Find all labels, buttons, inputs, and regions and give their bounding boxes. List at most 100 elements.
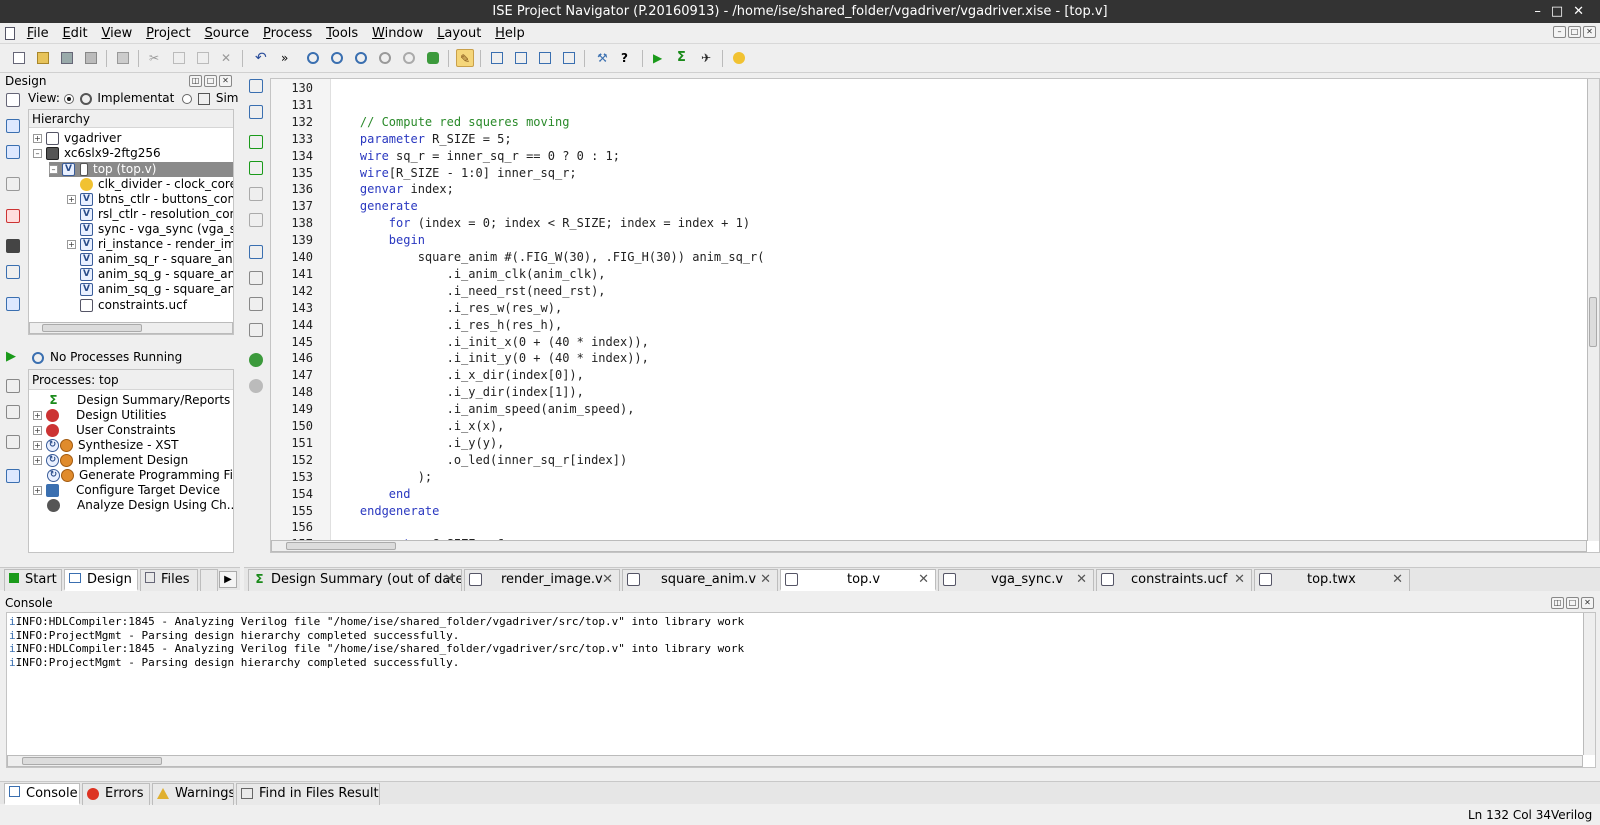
sigma-summary-icon[interactable]: Σ xyxy=(674,49,692,67)
implementation-radio[interactable] xyxy=(63,93,74,104)
editor-side-icon-2[interactable] xyxy=(249,105,263,119)
design-side-icon-6[interactable] xyxy=(6,239,20,253)
tree-item-clk-divider[interactable]: clk_divider - clock_core ( xyxy=(67,177,233,192)
tile-vertical-icon[interactable] xyxy=(536,49,554,67)
process-side-icon-1[interactable] xyxy=(6,379,20,393)
mdi-restore-button[interactable]: □ xyxy=(1568,26,1581,38)
editor-side-icon-9[interactable] xyxy=(249,297,263,311)
editor-side-icon-7[interactable] xyxy=(249,245,263,259)
process-analyze-design[interactable]: Analyze Design Using Ch... xyxy=(47,498,233,513)
process-side-icon-3[interactable] xyxy=(6,435,20,449)
zoom-out-icon[interactable] xyxy=(328,49,346,67)
delete-icon[interactable]: ✕ xyxy=(218,49,236,67)
save-icon[interactable] xyxy=(58,49,76,67)
tree-item-rsl-ctlr[interactable]: Vrsl_ctlr - resolution_contr xyxy=(67,207,233,222)
collapse-toggle[interactable]: – xyxy=(49,165,58,174)
expand-toggle[interactable]: + xyxy=(33,456,42,465)
process-side-icon-2[interactable] xyxy=(6,405,20,419)
editor-hscrollbar[interactable] xyxy=(271,540,1587,552)
help-cursor-icon[interactable]: ? xyxy=(618,49,636,67)
console-restore-button[interactable]: □ xyxy=(1566,597,1579,609)
editor-side-icon-5[interactable] xyxy=(249,187,263,201)
run-icon[interactable]: ▶ xyxy=(650,49,668,67)
expand-toggle[interactable]: + xyxy=(67,240,76,249)
cascade-windows-icon[interactable] xyxy=(488,49,506,67)
print-icon[interactable] xyxy=(114,49,132,67)
tree-item-constraints[interactable]: constraints.ucf xyxy=(67,298,233,313)
menu-tools[interactable]: Tools xyxy=(321,23,363,44)
tree-item-btns-ctlr[interactable]: + Vbtns_ctlr - buttons_contr xyxy=(67,192,233,207)
tab-design[interactable]: Design xyxy=(64,569,138,591)
tab-top-twx[interactable]: top.twx ✕ xyxy=(1254,569,1410,591)
close-tab-icon[interactable]: ✕ xyxy=(444,570,455,590)
tab-warnings[interactable]: Warnings xyxy=(152,783,234,805)
tab-start[interactable]: Start xyxy=(4,569,62,591)
menu-edit[interactable]: Edit xyxy=(57,23,92,44)
collapse-toggle[interactable]: – xyxy=(33,149,42,158)
design-side-icon-5[interactable] xyxy=(6,209,20,223)
close-tab-icon[interactable]: ✕ xyxy=(1234,570,1245,590)
paste-icon[interactable] xyxy=(194,49,212,67)
tree-item-ri-instance[interactable]: + Vri_instance - render_ima xyxy=(67,237,233,252)
tree-item-sync[interactable]: Vsync - vga_sync (vga_sy xyxy=(67,222,233,237)
process-configure-device[interactable]: + Configure Target Device xyxy=(33,483,233,498)
console-close-button[interactable]: ✕ xyxy=(1581,597,1594,609)
new-file-icon[interactable] xyxy=(10,49,28,67)
toolbar-overflow-icon[interactable]: » xyxy=(278,49,296,67)
tree-item-device[interactable]: – xc6slx9-2ftg256 xyxy=(33,146,233,161)
menu-help[interactable]: Help xyxy=(490,23,530,44)
close-tab-icon[interactable]: ✕ xyxy=(760,570,771,590)
zoom-fit-icon[interactable] xyxy=(352,49,370,67)
window-controls[interactable]: –□✕ xyxy=(1534,0,1594,23)
panel-restore-button[interactable]: □ xyxy=(204,75,217,87)
lightbulb-icon[interactable] xyxy=(730,49,748,67)
design-side-icon-8[interactable] xyxy=(6,297,20,311)
run-process-icon[interactable]: ▶ xyxy=(6,349,16,364)
mdi-close-button[interactable]: ✕ xyxy=(1583,26,1596,38)
tabs-scroll-arrow[interactable]: ▶ xyxy=(219,571,237,588)
undo-icon[interactable]: ↶ xyxy=(252,49,270,67)
expand-toggle[interactable]: + xyxy=(33,134,42,143)
back-icon[interactable] xyxy=(249,379,263,393)
refresh-icon[interactable] xyxy=(424,49,442,67)
tab-libraries[interactable] xyxy=(200,569,218,591)
analyzer-icon[interactable]: ✈ xyxy=(698,49,716,67)
panel-float-button[interactable]: ◫ xyxy=(189,75,202,87)
menu-view[interactable]: View xyxy=(96,23,137,44)
copy-icon[interactable] xyxy=(170,49,188,67)
panel-close-button[interactable]: ✕ xyxy=(219,75,232,87)
close-tab-icon[interactable]: ✕ xyxy=(918,570,929,589)
close-tab-icon[interactable]: ✕ xyxy=(1076,570,1087,590)
menu-file[interactable]: File xyxy=(22,23,54,44)
zoom-previous-icon[interactable] xyxy=(400,49,418,67)
tab-square-anim[interactable]: square_anim.v ✕ xyxy=(622,569,778,591)
process-design-summary[interactable]: Σ Design Summary/Reports xyxy=(47,393,233,408)
editor-side-icon-1[interactable] xyxy=(249,79,263,93)
open-folder-icon[interactable] xyxy=(34,49,52,67)
zoom-in-icon[interactable] xyxy=(304,49,322,67)
simulation-label[interactable]: Simulat xyxy=(216,91,238,105)
menu-layout[interactable]: Layout xyxy=(432,23,486,44)
tab-design-summary[interactable]: Σ Design Summary (out of date) ✕ xyxy=(248,569,462,591)
menu-process[interactable]: Process xyxy=(258,23,317,44)
tab-top[interactable]: top.v ✕ xyxy=(780,569,936,591)
hierarchy-hscrollbar[interactable] xyxy=(29,322,233,334)
process-side-icon-4[interactable] xyxy=(6,469,20,483)
tab-console[interactable]: Console xyxy=(4,783,80,805)
menu-source[interactable]: Source xyxy=(199,23,254,44)
editor-side-icon-4[interactable] xyxy=(249,161,263,175)
design-side-icon-2[interactable] xyxy=(6,119,20,133)
tile-horizontal-icon[interactable] xyxy=(512,49,530,67)
close-tab-icon[interactable]: ✕ xyxy=(602,570,613,590)
design-goals-icon[interactable]: ✎ xyxy=(456,49,474,67)
tab-find-results[interactable]: Find in Files Results xyxy=(236,783,380,805)
tab-files[interactable]: Files xyxy=(140,569,198,591)
expand-toggle[interactable]: + xyxy=(67,195,76,204)
console-vscrollbar[interactable] xyxy=(1583,613,1595,755)
expand-toggle[interactable]: + xyxy=(33,411,42,420)
tree-item-anim-sq-r[interactable]: Vanim_sq_r - square_anim xyxy=(67,252,233,267)
console-float-button[interactable]: ◫ xyxy=(1551,597,1564,609)
tree-item-vgadriver[interactable]: + vgadriver xyxy=(33,131,233,146)
process-synthesize[interactable]: + ↻ Synthesize - XST xyxy=(33,438,233,453)
tab-constraints[interactable]: constraints.ucf ✕ xyxy=(1096,569,1252,591)
